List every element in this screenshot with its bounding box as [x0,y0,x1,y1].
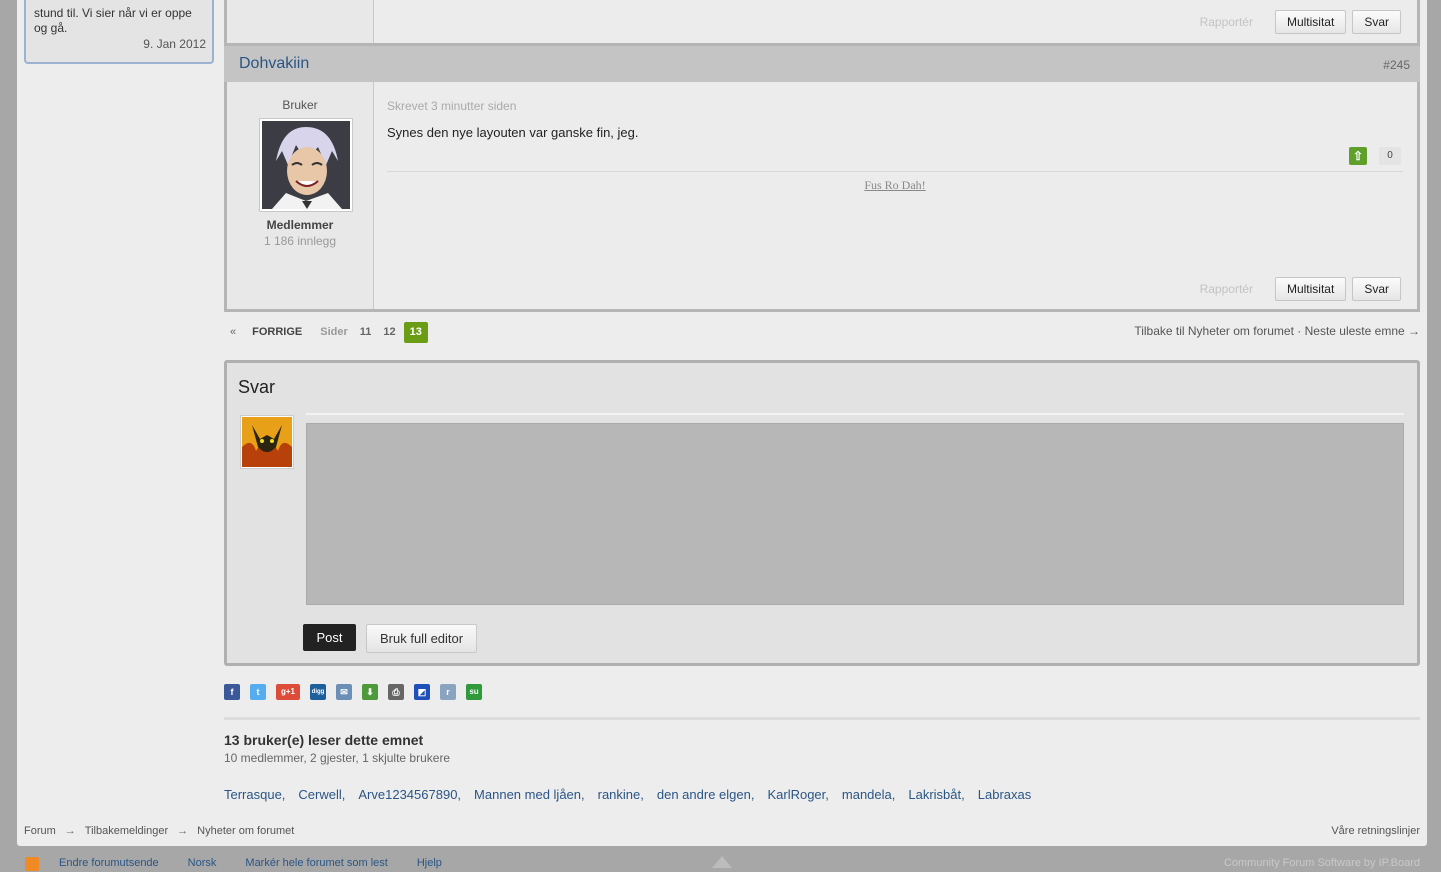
post-timestamp: Skrevet 3 minutter siden [387,99,517,113]
guidelines-link[interactable]: Våre retningslinjer [1331,825,1420,837]
breadcrumb-feedback[interactable]: Tilbakemeldinger [85,825,168,837]
help-link[interactable]: Hjelp [417,857,442,869]
reader-user-link[interactable]: KarlRoger, [767,787,828,802]
breadcrumb-news[interactable]: Nyheter om forumet [197,825,294,837]
facebook-icon[interactable]: f [224,684,240,700]
mark-all-read-link[interactable]: Markér hele forumet som lest [245,857,387,869]
reply-button[interactable]: Svar [1352,10,1401,34]
previous-page-link[interactable]: FORRIGE [242,326,310,338]
signature-divider [387,171,1403,172]
reader-user-link[interactable]: den andre elgen, [657,787,755,802]
readers-subtitle: 10 medlemmer, 2 gjester, 1 skjulte bruke… [224,751,451,765]
reddit-icon[interactable]: r [440,684,456,700]
avatar[interactable] [259,118,353,212]
reader-user-link[interactable]: Labraxas [978,787,1031,802]
full-editor-button[interactable]: Bruk full editor [366,624,478,653]
rss-icon[interactable] [25,857,39,871]
back-to-forum-link[interactable]: Tilbake til Nyheter om forumet [1134,324,1294,338]
signature-link[interactable]: Fus Ro Dah! [387,178,1403,193]
reader-user-link[interactable]: Cerwell, [298,787,345,802]
previous-post: Rapportér Multisitat Svar [224,0,1420,46]
vote-up-icon[interactable]: ⇧ [1349,147,1367,165]
post-actions: Rapportér Multisitat Svar [1200,277,1401,301]
reader-user-link[interactable]: mandela, [842,787,895,802]
download-icon[interactable]: ⬇ [362,684,378,700]
scroll-top-icon[interactable] [712,856,732,868]
author-group: Medlemmer [266,218,334,232]
post-number-link[interactable]: #245 [1383,58,1410,72]
reader-user-link[interactable]: Mannen med ljåen, [474,787,585,802]
post-message: Synes den nye layouten var ganske fin, j… [387,125,639,140]
status-text: stund til. Vi sier når vi er oppe og gå. [34,6,192,35]
report-link[interactable]: Rapportér [1200,282,1253,296]
next-unread-link[interactable]: Neste uleste emne → [1305,324,1420,338]
avatar-image [262,121,350,209]
reader-user-link[interactable]: Arve1234567890, [358,787,461,802]
reply-button[interactable]: Svar [1352,277,1401,301]
stumbleupon-icon[interactable]: su [466,684,482,700]
vote-count: 0 [1379,147,1401,165]
current-page: 13 [403,321,428,343]
reply-title: Svar [238,377,276,397]
topic-nav-separator: · [1297,324,1302,338]
language-link[interactable]: Norsk [188,857,217,869]
breadcrumb-forum[interactable]: Forum [24,825,56,837]
report-link[interactable]: Rapportér [1200,15,1253,29]
googleplus-icon[interactable]: g+1 [276,684,300,700]
reply-editor[interactable] [306,423,1404,605]
section-divider [224,717,1420,720]
delicious-icon[interactable]: ◩ [414,684,430,700]
breadcrumb-separator: → [64,825,76,837]
email-icon[interactable]: ✉ [336,684,352,700]
first-page-link[interactable]: « [224,326,242,338]
reader-user-link[interactable]: Terrasque, [224,787,285,802]
print-icon[interactable]: ⎙ [388,684,404,700]
breadcrumb: Forum → Tilbakemeldinger → Nyheter om fo… [24,825,294,837]
quick-reply-box: Svar Post Bruk full editor [224,360,1420,666]
current-user-avatar [240,415,294,469]
twitter-icon[interactable]: t [250,684,266,700]
editor-toolbar [306,413,1404,415]
digg-icon[interactable]: digg [310,684,326,700]
post-author-link[interactable]: Dohvakiin [239,55,309,73]
pages-label: Sider [320,326,348,338]
readers-title: 13 bruker(e) leser dette emnet [224,732,424,748]
reader-user-link[interactable]: Lakrisbåt, [908,787,964,802]
multiquote-button[interactable]: Multisitat [1274,10,1347,34]
page-link-11[interactable]: 11 [354,326,378,338]
change-skin-link[interactable]: Endre forumutsende [59,857,159,869]
reader-user-link[interactable]: rankine, [598,787,644,802]
author-rank: Bruker [282,98,318,112]
current-user-avatar-image [242,417,292,467]
post-header: Dohvakiin #245 [224,46,1420,82]
readers-list: Terrasque, Cerwell, Arve1234567890, Mann… [224,787,1044,802]
multiquote-button[interactable]: Multisitat [1274,277,1347,301]
page-link-12[interactable]: 12 [377,326,401,338]
pagination: « FORRIGE Sider 11 12 13 [224,321,428,343]
author-post-count: 1 186 innlegg [263,234,337,248]
status-date: 9. Jan 2012 [143,37,206,51]
previous-post-author-column [227,0,374,43]
topic-navigation: Tilbake til Nyheter om forumet · Neste u… [1134,324,1420,338]
post-body: Bruker Medlemmer 1 186 innlegg Skrevet 3… [224,82,1420,312]
share-links: f t g+1 digg ✉ ⬇ ⎙ ◩ r su [224,684,492,700]
footer-links: Endre forumutsende Norsk Markér hele for… [59,857,471,869]
author-info-column: Bruker Medlemmer 1 186 innlegg [227,82,374,309]
sidebar-status-card: stund til. Vi sier når vi er oppe og gå.… [24,0,214,64]
previous-post-actions: Rapportér Multisitat Svar [1200,10,1401,34]
post-button[interactable]: Post [303,624,356,651]
breadcrumb-separator: → [177,825,189,837]
credits[interactable]: Community Forum Software by IP.Board [1224,857,1420,869]
